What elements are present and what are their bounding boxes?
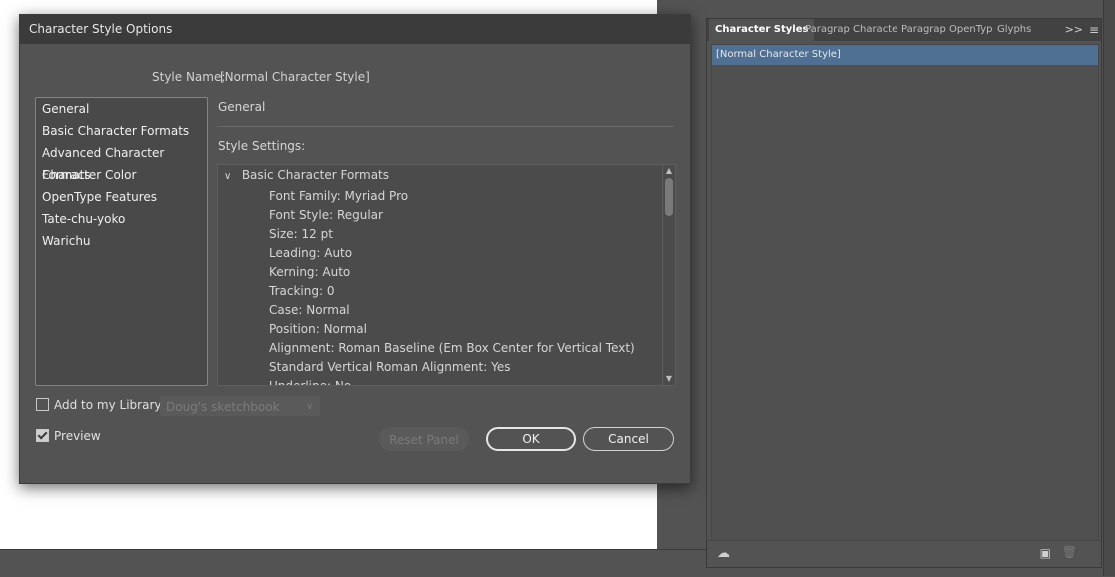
category-item-general[interactable]: General — [36, 98, 207, 120]
tree-rows: Font Family: Myriad Pro Font Style: Regu… — [269, 187, 635, 386]
panel-menu-icon[interactable]: ≡ — [1089, 19, 1099, 41]
right-dock-edge — [1103, 0, 1115, 576]
tree-row: Kerning: Auto — [269, 265, 351, 279]
library-select[interactable]: Doug's sketchbook ∨ — [160, 396, 320, 416]
category-list: General Basic Character Formats Advanced… — [35, 97, 208, 386]
tab-opentype[interactable]: OpenTyp — [949, 19, 993, 41]
style-name-label: Style Name: — [152, 70, 226, 84]
styles-list: [Normal Character Style] — [711, 44, 1099, 542]
category-item-tate-chu-yoko[interactable]: Tate-chu-yoko — [36, 208, 207, 230]
chevron-down-icon[interactable]: ∨ — [224, 171, 238, 182]
chevron-down-icon[interactable]: ▼ — [663, 373, 675, 385]
section-divider — [217, 126, 674, 127]
tree-row: Leading: Auto — [269, 246, 353, 260]
tree-group-label: Basic Character Formats — [241, 168, 390, 182]
character-style-options-dialog: Character Style Options Style Name: [Nor… — [19, 14, 691, 484]
tab-character-styles[interactable]: Character Styles — [709, 19, 815, 41]
ok-button[interactable]: OK — [486, 427, 576, 451]
cloud-library-icon[interactable]: ☁ — [717, 546, 730, 561]
category-item-advanced-character-formats[interactable]: Advanced Character Formats — [36, 142, 207, 182]
tree-row: Font Family: Myriad Pro — [269, 189, 409, 203]
panel-footer: ☁ ▣ 🗑 — [707, 540, 1101, 567]
dialog-title: Character Style Options — [20, 15, 690, 44]
tab-character[interactable]: Characte — [853, 19, 897, 41]
scrollbar-thumb[interactable] — [665, 178, 673, 216]
trash-icon[interactable]: 🗑 — [1062, 545, 1077, 559]
style-name-value[interactable]: [Normal Character Style] — [220, 70, 370, 84]
settings-scrollbar[interactable]: ▲ ▼ — [662, 165, 675, 385]
tab-paragraph[interactable]: Paragrap — [805, 19, 851, 41]
library-select-value: Doug's sketchbook — [166, 400, 280, 414]
preview-label[interactable]: Preview — [54, 429, 101, 443]
add-to-library-row[interactable]: Add to my Library — [36, 398, 161, 412]
tree-row: Alignment: Roman Baseline (Em Box Center… — [269, 341, 635, 355]
cancel-button[interactable]: Cancel — [583, 427, 674, 451]
tree-row: Case: Normal — [269, 303, 350, 317]
tree-group-header[interactable]: ∨ Basic Character Formats — [224, 168, 389, 182]
list-item[interactable]: [Normal Character Style] — [712, 45, 1098, 65]
new-style-icon[interactable]: ▣ — [1040, 546, 1051, 560]
tab-paragraph-styles[interactable]: Paragrap — [901, 19, 947, 41]
section-title: General — [218, 100, 266, 114]
category-item-character-color[interactable]: Character Color — [36, 164, 207, 186]
tree-row: Tracking: 0 — [269, 284, 335, 298]
panel-tab-bar: Character Styles Paragrap Characte Parag… — [707, 19, 1101, 41]
category-item-basic-character-formats[interactable]: Basic Character Formats — [36, 120, 207, 142]
category-item-warichu[interactable]: Warichu — [36, 230, 207, 252]
preview-checkbox[interactable] — [36, 429, 49, 442]
tab-glyphs[interactable]: Glyphs — [997, 19, 1037, 41]
character-styles-panel: Character Styles Paragrap Characte Parag… — [706, 18, 1102, 568]
more-tabs-icon[interactable]: >> — [1065, 19, 1083, 41]
reset-panel-button[interactable]: Reset Panel — [379, 427, 469, 451]
tree-row: Size: 12 pt — [269, 227, 333, 241]
status-bar — [0, 549, 706, 577]
add-to-library-checkbox[interactable] — [36, 398, 49, 411]
tree-row: Underline: No — [269, 379, 352, 386]
chevron-down-icon: ∨ — [306, 402, 313, 412]
style-settings-label: Style Settings: — [218, 139, 306, 153]
category-item-opentype-features[interactable]: OpenType Features — [36, 186, 207, 208]
tree-row: Font Style: Regular — [269, 208, 383, 222]
style-settings-box: ∨ Basic Character Formats Font Family: M… — [217, 164, 676, 386]
preview-row[interactable]: Preview — [36, 429, 101, 443]
add-to-library-label[interactable]: Add to my Library — [54, 398, 161, 412]
chevron-up-icon[interactable]: ▲ — [663, 165, 675, 177]
tree-row: Standard Vertical Roman Alignment: Yes — [269, 360, 511, 374]
tree-row: Position: Normal — [269, 322, 367, 336]
